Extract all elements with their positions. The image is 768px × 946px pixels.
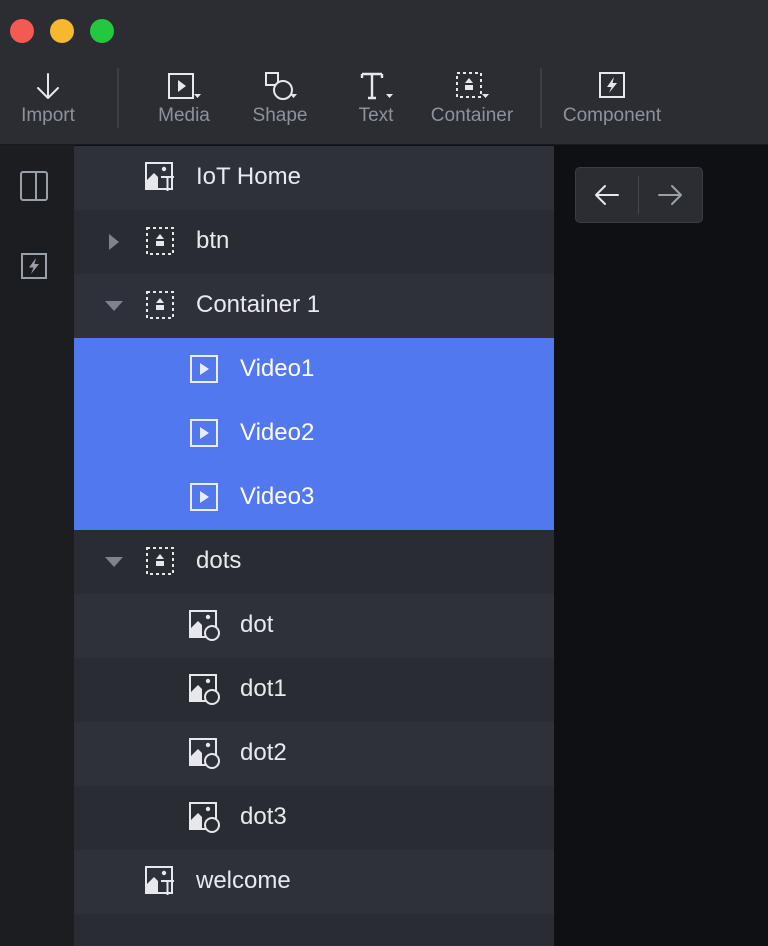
media-label: Media bbox=[158, 105, 210, 126]
toolbar-divider bbox=[117, 68, 119, 128]
container-icon bbox=[455, 70, 489, 102]
shape-image-icon bbox=[188, 800, 222, 834]
tree-item-label: dot1 bbox=[240, 675, 287, 702]
shape-image-icon bbox=[188, 608, 222, 642]
tree-item-label: btn bbox=[196, 227, 230, 254]
back-button[interactable] bbox=[576, 168, 638, 222]
container-icon bbox=[144, 224, 178, 258]
arrow-right-icon bbox=[658, 185, 682, 205]
toolbar: Import Media Shape Text Container Compon… bbox=[0, 60, 768, 145]
component-bolt-icon[interactable] bbox=[17, 249, 51, 283]
import-label: Import bbox=[21, 105, 75, 126]
tree-item-dot3[interactable]: dot3 bbox=[74, 786, 554, 850]
minimize-window-button[interactable] bbox=[50, 19, 74, 43]
text-t-icon bbox=[359, 70, 393, 102]
close-window-button[interactable] bbox=[10, 19, 34, 43]
tree-item-label: IoT Home bbox=[196, 163, 301, 190]
panel-layout-icon[interactable] bbox=[17, 169, 51, 203]
shape-image-icon bbox=[188, 736, 222, 770]
tree-item-label: Container 1 bbox=[196, 291, 321, 318]
tree-item-dot2[interactable]: dot2 bbox=[74, 722, 554, 786]
tree-item-btn[interactable]: btn bbox=[74, 210, 554, 274]
canvas-area bbox=[554, 146, 768, 946]
shape-button[interactable]: Shape bbox=[240, 60, 320, 144]
container-icon bbox=[144, 288, 178, 322]
media-play-icon bbox=[188, 480, 222, 514]
tree-item-dot[interactable]: dot bbox=[74, 594, 554, 658]
tree-empty-area bbox=[74, 914, 554, 946]
forward-button[interactable] bbox=[639, 168, 701, 222]
tree-item-dots[interactable]: dots bbox=[74, 530, 554, 594]
shape-image-icon bbox=[188, 672, 222, 706]
text-image-icon bbox=[144, 160, 178, 194]
arrow-left-icon bbox=[595, 185, 619, 205]
layer-tree: IoT Home btn Container 1 Video1 Video2 V… bbox=[74, 146, 554, 946]
tree-item-video2[interactable]: Video2 bbox=[74, 402, 554, 466]
tree-item-label: Video2 bbox=[240, 419, 315, 446]
media-button[interactable]: Media bbox=[144, 60, 224, 144]
tree-item-welcome[interactable]: welcome bbox=[74, 850, 554, 914]
tree-item-label: dot2 bbox=[240, 739, 287, 766]
tree-item-label: welcome bbox=[196, 867, 291, 894]
tree-item-label: dot3 bbox=[240, 803, 287, 830]
left-rail bbox=[0, 145, 74, 946]
media-play-icon bbox=[167, 70, 201, 102]
media-play-icon bbox=[188, 352, 222, 386]
component-button[interactable]: Component bbox=[556, 60, 668, 144]
title-bar bbox=[0, 0, 768, 60]
import-button[interactable]: Import bbox=[8, 60, 88, 144]
tree-item-iot-home[interactable]: IoT Home bbox=[74, 146, 554, 210]
maximize-window-button[interactable] bbox=[90, 19, 114, 43]
container-label: Container bbox=[430, 105, 514, 126]
tree-item-video1[interactable]: Video1 bbox=[74, 338, 554, 402]
expand-caret-right-icon[interactable] bbox=[104, 232, 124, 252]
container-button[interactable]: Container bbox=[422, 60, 522, 144]
download-arrow-icon bbox=[31, 70, 65, 102]
expand-caret-down-icon[interactable] bbox=[104, 552, 124, 572]
tree-item-label: dot bbox=[240, 611, 274, 638]
tree-item-container-1[interactable]: Container 1 bbox=[74, 274, 554, 338]
expand-caret-down-icon[interactable] bbox=[104, 296, 124, 316]
component-bolt-icon bbox=[595, 70, 629, 102]
text-button[interactable]: Text bbox=[336, 60, 416, 144]
tree-item-video3[interactable]: Video3 bbox=[74, 466, 554, 530]
shape-label: Shape bbox=[252, 105, 308, 126]
tree-item-dot1[interactable]: dot1 bbox=[74, 658, 554, 722]
text-label: Text bbox=[358, 105, 394, 126]
tree-item-label: dots bbox=[196, 547, 242, 574]
toolbar-divider bbox=[540, 68, 542, 128]
tree-item-label: Video3 bbox=[240, 483, 315, 510]
text-image-icon bbox=[144, 864, 178, 898]
shape-icon bbox=[263, 70, 297, 102]
history-nav bbox=[575, 167, 703, 223]
component-label: Component bbox=[562, 105, 662, 126]
container-icon bbox=[144, 544, 178, 578]
media-play-icon bbox=[188, 416, 222, 450]
tree-item-label: Video1 bbox=[240, 355, 315, 382]
